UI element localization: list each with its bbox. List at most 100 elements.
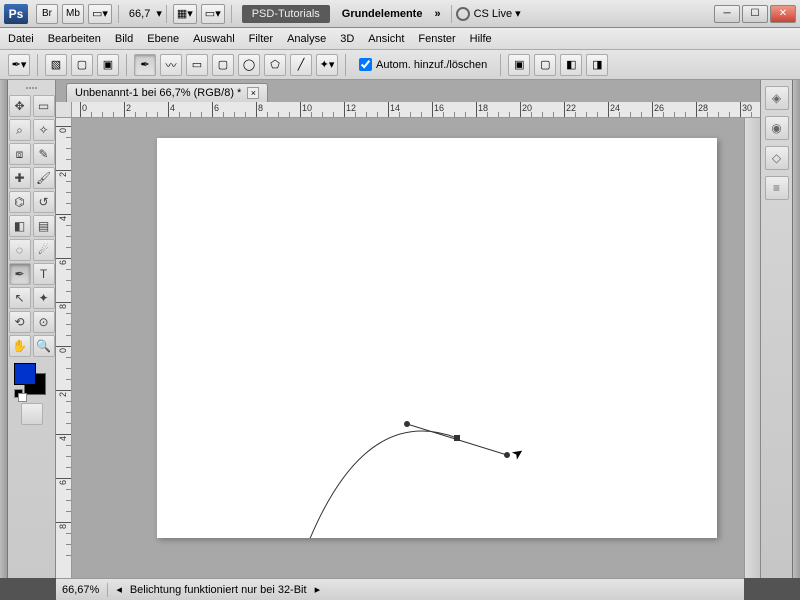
workspace-psd-tutorials[interactable]: PSD-Tutorials — [242, 5, 330, 23]
auto-add-delete-checkbox[interactable] — [359, 58, 372, 71]
healing-brush-tool[interactable]: ✚ — [9, 167, 31, 189]
shape-tool[interactable]: ✦ — [33, 287, 55, 309]
bridge-button[interactable]: Br — [36, 4, 58, 24]
horizontal-ruler[interactable]: 024681012141618202224262830 — [72, 102, 760, 118]
chevron-down-icon: ▾ — [515, 7, 521, 20]
shape-layers-button[interactable]: ▧ — [45, 54, 67, 76]
extras-icon: ▭▾ — [205, 7, 221, 20]
arrange-documents-button[interactable]: ▦▾ — [173, 4, 197, 24]
menu-auswahl[interactable]: Auswahl — [193, 33, 235, 45]
menu-3d[interactable]: 3D — [340, 33, 354, 45]
window-close-button[interactable]: ✕ — [770, 5, 796, 23]
type-tool[interactable]: T — [33, 263, 55, 285]
rounded-rect-button[interactable]: ▢ — [212, 54, 234, 76]
more-workspaces-button[interactable]: » — [434, 8, 440, 20]
menu-bild[interactable]: Bild — [115, 33, 133, 45]
screen-mode-button[interactable]: ▭▾ — [88, 4, 112, 24]
document-tab-close-button[interactable]: × — [247, 87, 259, 99]
path-selection-tool[interactable]: ↖ — [9, 287, 31, 309]
vertical-scrollbar[interactable] — [744, 118, 760, 578]
tool-preset-button[interactable]: ✒▾ — [8, 54, 30, 76]
menu-analyse[interactable]: Analyse — [287, 33, 326, 45]
auto-add-delete-option[interactable]: Autom. hinzuf./löschen — [359, 58, 487, 71]
right-panel-dock: ◈ ◉ ◇ ≡ — [760, 80, 792, 578]
lasso-tool[interactable]: ⌕ — [9, 119, 31, 141]
screen-mode-icon: ▭▾ — [92, 7, 108, 20]
foreground-color-swatch[interactable] — [14, 363, 36, 385]
marquee-tool[interactable]: ▭ — [33, 95, 55, 117]
cs-live-button[interactable]: CS Live ▾ — [456, 7, 521, 21]
default-colors-button[interactable] — [14, 389, 26, 401]
path-exclude-button[interactable]: ◨ — [586, 54, 608, 76]
move-tool[interactable]: ✥ — [9, 95, 31, 117]
auto-add-delete-label: Autom. hinzuf./löschen — [376, 59, 487, 71]
options-bar: ✒▾ ▧ ▢ ▣ ✒ 〰 ▭ ▢ ◯ ⬠ ╱ ✦▾ Autom. hinzuf.… — [0, 50, 800, 80]
photoshop-logo: Ps — [4, 4, 28, 24]
ruler-origin[interactable] — [56, 102, 72, 118]
gradient-tool[interactable]: ▤ — [33, 215, 55, 237]
eyedropper-tool[interactable]: ✎ — [33, 143, 55, 165]
ellipse-shape-button[interactable]: ◯ — [238, 54, 260, 76]
layers-panel-icon[interactable]: ◈ — [765, 86, 789, 110]
crop-tool[interactable]: ⧈ — [9, 143, 31, 165]
toolbox-grip[interactable] — [12, 84, 52, 92]
zoom-tool[interactable]: 🔍 — [33, 335, 55, 357]
brush-tool[interactable]: 🖌 — [33, 167, 55, 189]
left-frame-edge[interactable] — [0, 80, 8, 578]
polygon-shape-button[interactable]: ⬠ — [264, 54, 286, 76]
status-arrow-left[interactable]: ◂ — [116, 583, 122, 596]
menu-filter[interactable]: Filter — [249, 33, 273, 45]
extras-button[interactable]: ▭▾ — [201, 4, 225, 24]
toolbox: ✥ ▭ ⌕ ✧ ⧈ ✎ ✚ 🖌 ⌬ ↺ ◧ ▤ ◌ ☄ ✒ T ↖ ✦ ⟲ ⊙ … — [8, 80, 56, 578]
minibridge-button[interactable]: Mb — [62, 4, 84, 24]
menu-fenster[interactable]: Fenster — [418, 33, 455, 45]
workspace-grundelemente[interactable]: Grundelemente — [342, 8, 423, 20]
quick-mask-button[interactable] — [21, 403, 43, 425]
blur-tool[interactable]: ◌ — [9, 239, 31, 261]
status-arrow-right[interactable]: ▸ — [315, 583, 321, 596]
document-tab[interactable]: Unbenannt-1 bei 66,7% (RGB/8) * × — [66, 83, 268, 102]
window-minimize-button[interactable]: ─ — [714, 5, 740, 23]
color-swatches[interactable] — [14, 363, 50, 399]
menu-datei[interactable]: Datei — [8, 33, 34, 45]
zoom-dropdown-icon[interactable]: ▾ — [156, 7, 162, 20]
history-brush-tool[interactable]: ↺ — [33, 191, 55, 213]
path-intersect-button[interactable]: ◧ — [560, 54, 582, 76]
menu-ebene[interactable]: Ebene — [147, 33, 179, 45]
cs-live-icon — [456, 7, 470, 21]
status-bar: 66,67% ◂ Belichtung funktioniert nur bei… — [56, 578, 744, 600]
adjustments-panel-icon[interactable]: ≡ — [765, 176, 789, 200]
window-maximize-button[interactable]: ☐ — [742, 5, 768, 23]
eraser-tool[interactable]: ◧ — [9, 215, 31, 237]
status-zoom[interactable]: 66,67% — [62, 584, 99, 596]
main-menu: Datei Bearbeiten Bild Ebene Auswahl Filt… — [0, 28, 800, 50]
menu-hilfe[interactable]: Hilfe — [470, 33, 492, 45]
path-curve[interactable] — [157, 138, 717, 538]
pen-tool[interactable]: ✒ — [9, 263, 31, 285]
path-combine-button[interactable]: ▣ — [508, 54, 530, 76]
dodge-tool[interactable]: ☄ — [33, 239, 55, 261]
document-canvas[interactable]: ➤ — [157, 138, 717, 538]
menu-ansicht[interactable]: Ansicht — [368, 33, 404, 45]
zoom-level[interactable]: 66,7 — [129, 8, 150, 20]
path-subtract-button[interactable]: ▢ — [534, 54, 556, 76]
custom-shape-button[interactable]: ✦▾ — [316, 54, 338, 76]
paths-button[interactable]: ▢ — [71, 54, 93, 76]
menu-bearbeiten[interactable]: Bearbeiten — [48, 33, 101, 45]
magic-wand-tool[interactable]: ✧ — [33, 119, 55, 141]
fill-pixels-button[interactable]: ▣ — [97, 54, 119, 76]
right-frame-edge[interactable] — [792, 80, 800, 578]
canvas-background[interactable]: ➤ — [72, 118, 744, 578]
hand-tool[interactable]: ✋ — [9, 335, 31, 357]
channels-panel-icon[interactable]: ◉ — [765, 116, 789, 140]
line-shape-button[interactable]: ╱ — [290, 54, 312, 76]
status-message: Belichtung funktioniert nur bei 32-Bit — [130, 584, 307, 596]
freeform-pen-button[interactable]: 〰 — [160, 54, 182, 76]
rectangle-shape-button[interactable]: ▭ — [186, 54, 208, 76]
3d-camera-tool[interactable]: ⊙ — [33, 311, 55, 333]
3d-tool[interactable]: ⟲ — [9, 311, 31, 333]
pen-mode-button[interactable]: ✒ — [134, 54, 156, 76]
clone-stamp-tool[interactable]: ⌬ — [9, 191, 31, 213]
vertical-ruler[interactable]: 0246802468 — [56, 118, 72, 578]
paths-panel-icon[interactable]: ◇ — [765, 146, 789, 170]
